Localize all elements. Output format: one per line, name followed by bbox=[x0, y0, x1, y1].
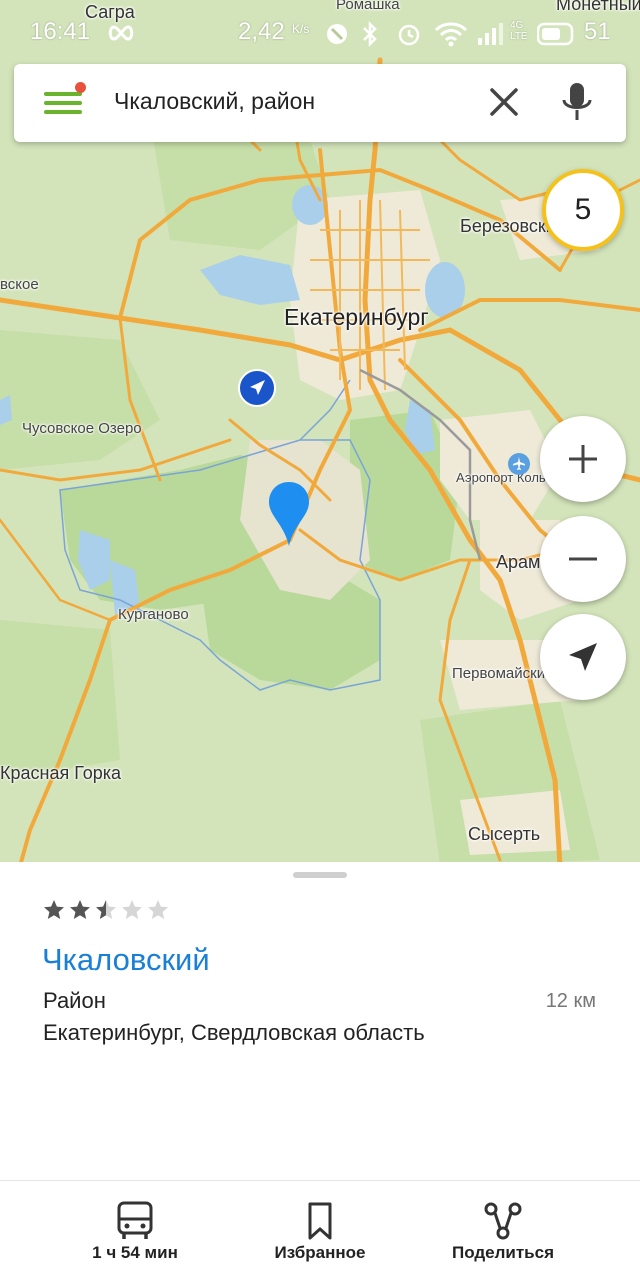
favorites-button[interactable]: Избранное bbox=[230, 1181, 410, 1280]
map-label-pervomaisky: Первомайский bbox=[452, 665, 554, 682]
map-label-yekaterinburg: Екатеринбург bbox=[284, 304, 429, 330]
status-battery: 51 bbox=[584, 18, 611, 45]
place-card[interactable]: Чкаловский Район 12 км Екатеринбург, Све… bbox=[0, 862, 640, 1180]
microphone-icon[interactable] bbox=[557, 80, 597, 124]
plus-icon bbox=[569, 445, 597, 473]
map-label-sysert: Сысерть bbox=[468, 824, 541, 844]
status-network: 4G LTE bbox=[510, 20, 528, 42]
bookmark-icon bbox=[308, 1202, 332, 1240]
bluetooth-icon bbox=[363, 20, 377, 48]
menu-button[interactable] bbox=[44, 82, 86, 120]
map-label-chusovskoe: Чусовское Озеро bbox=[22, 420, 142, 437]
star-icon bbox=[70, 900, 90, 919]
star-icon bbox=[122, 900, 142, 919]
star-icon bbox=[44, 900, 64, 919]
transit-label: 1 ч 54 мин bbox=[92, 1243, 178, 1262]
rating-stars bbox=[42, 898, 170, 922]
share-button[interactable]: Поделиться bbox=[413, 1181, 593, 1280]
alarm-icon bbox=[398, 24, 420, 46]
menu-icon bbox=[44, 92, 82, 96]
bottom-navigation: 1 ч 54 мин Избранное Поделиться bbox=[0, 1180, 640, 1280]
favorites-label: Избранное bbox=[274, 1243, 366, 1262]
place-address: Екатеринбург, Свердловская область bbox=[43, 1020, 425, 1045]
traffic-level-badge[interactable]: 5 bbox=[542, 169, 624, 251]
map-pin-icon[interactable] bbox=[266, 480, 312, 548]
locate-me-button[interactable] bbox=[540, 614, 626, 700]
location-arrow-icon[interactable] bbox=[237, 368, 277, 408]
infinity-icon bbox=[108, 25, 134, 41]
search-input[interactable]: Чкаловский, район bbox=[114, 88, 315, 115]
route-transit-button[interactable]: 1 ч 54 мин bbox=[45, 1181, 225, 1280]
place-type: Район bbox=[43, 988, 106, 1013]
notification-dot bbox=[75, 82, 86, 93]
star-icon bbox=[148, 900, 168, 919]
status-bar: 16:41 2,42 K/s 4G LTE 51 bbox=[0, 0, 640, 66]
drag-handle[interactable] bbox=[293, 872, 347, 878]
minus-icon bbox=[569, 557, 597, 561]
navigation-arrow-icon bbox=[569, 643, 597, 671]
place-title[interactable]: Чкаловский bbox=[42, 942, 210, 978]
share-icon bbox=[484, 1202, 522, 1240]
zoom-out-button[interactable] bbox=[540, 516, 626, 602]
search-bar[interactable]: Чкаловский, район bbox=[14, 64, 626, 142]
map-label-kurganovo: Курганово bbox=[118, 606, 189, 623]
do-not-disturb-icon bbox=[327, 24, 347, 44]
zoom-in-button[interactable] bbox=[540, 416, 626, 502]
map-label-west-village: вское bbox=[0, 276, 39, 293]
map-label-krasnaya-gorka: Красная Горка bbox=[0, 763, 122, 783]
wifi-icon bbox=[434, 22, 468, 47]
battery-icon bbox=[537, 22, 574, 46]
status-time: 16:41 bbox=[30, 18, 91, 45]
place-distance: 12 км bbox=[545, 990, 596, 1012]
share-label: Поделиться bbox=[451, 1243, 555, 1262]
close-icon[interactable] bbox=[484, 82, 524, 122]
star-icon bbox=[96, 900, 116, 919]
airplane-icon bbox=[508, 453, 530, 475]
status-speed-unit: K/s bbox=[292, 22, 310, 36]
status-speed: 2,42 bbox=[238, 18, 285, 45]
bus-icon bbox=[117, 1201, 153, 1239]
signal-icon bbox=[478, 23, 503, 45]
